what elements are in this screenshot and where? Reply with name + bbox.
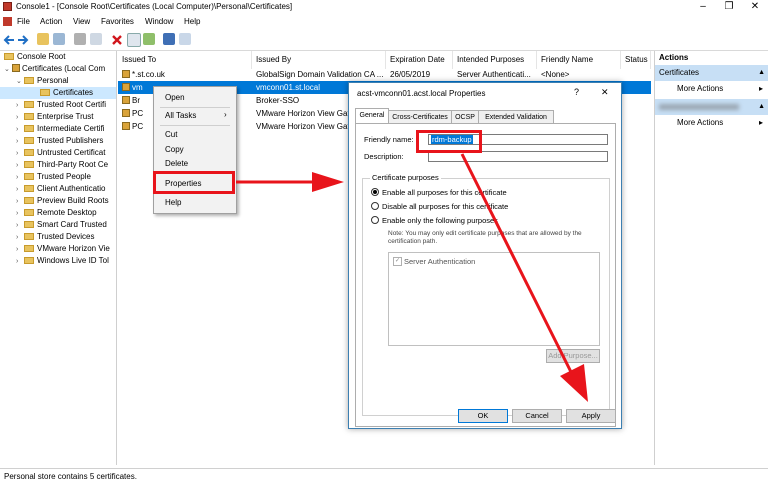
annotation-arrows [236,153,588,402]
arrow-to-dialog [236,172,344,192]
arrow-to-apply [460,153,588,402]
